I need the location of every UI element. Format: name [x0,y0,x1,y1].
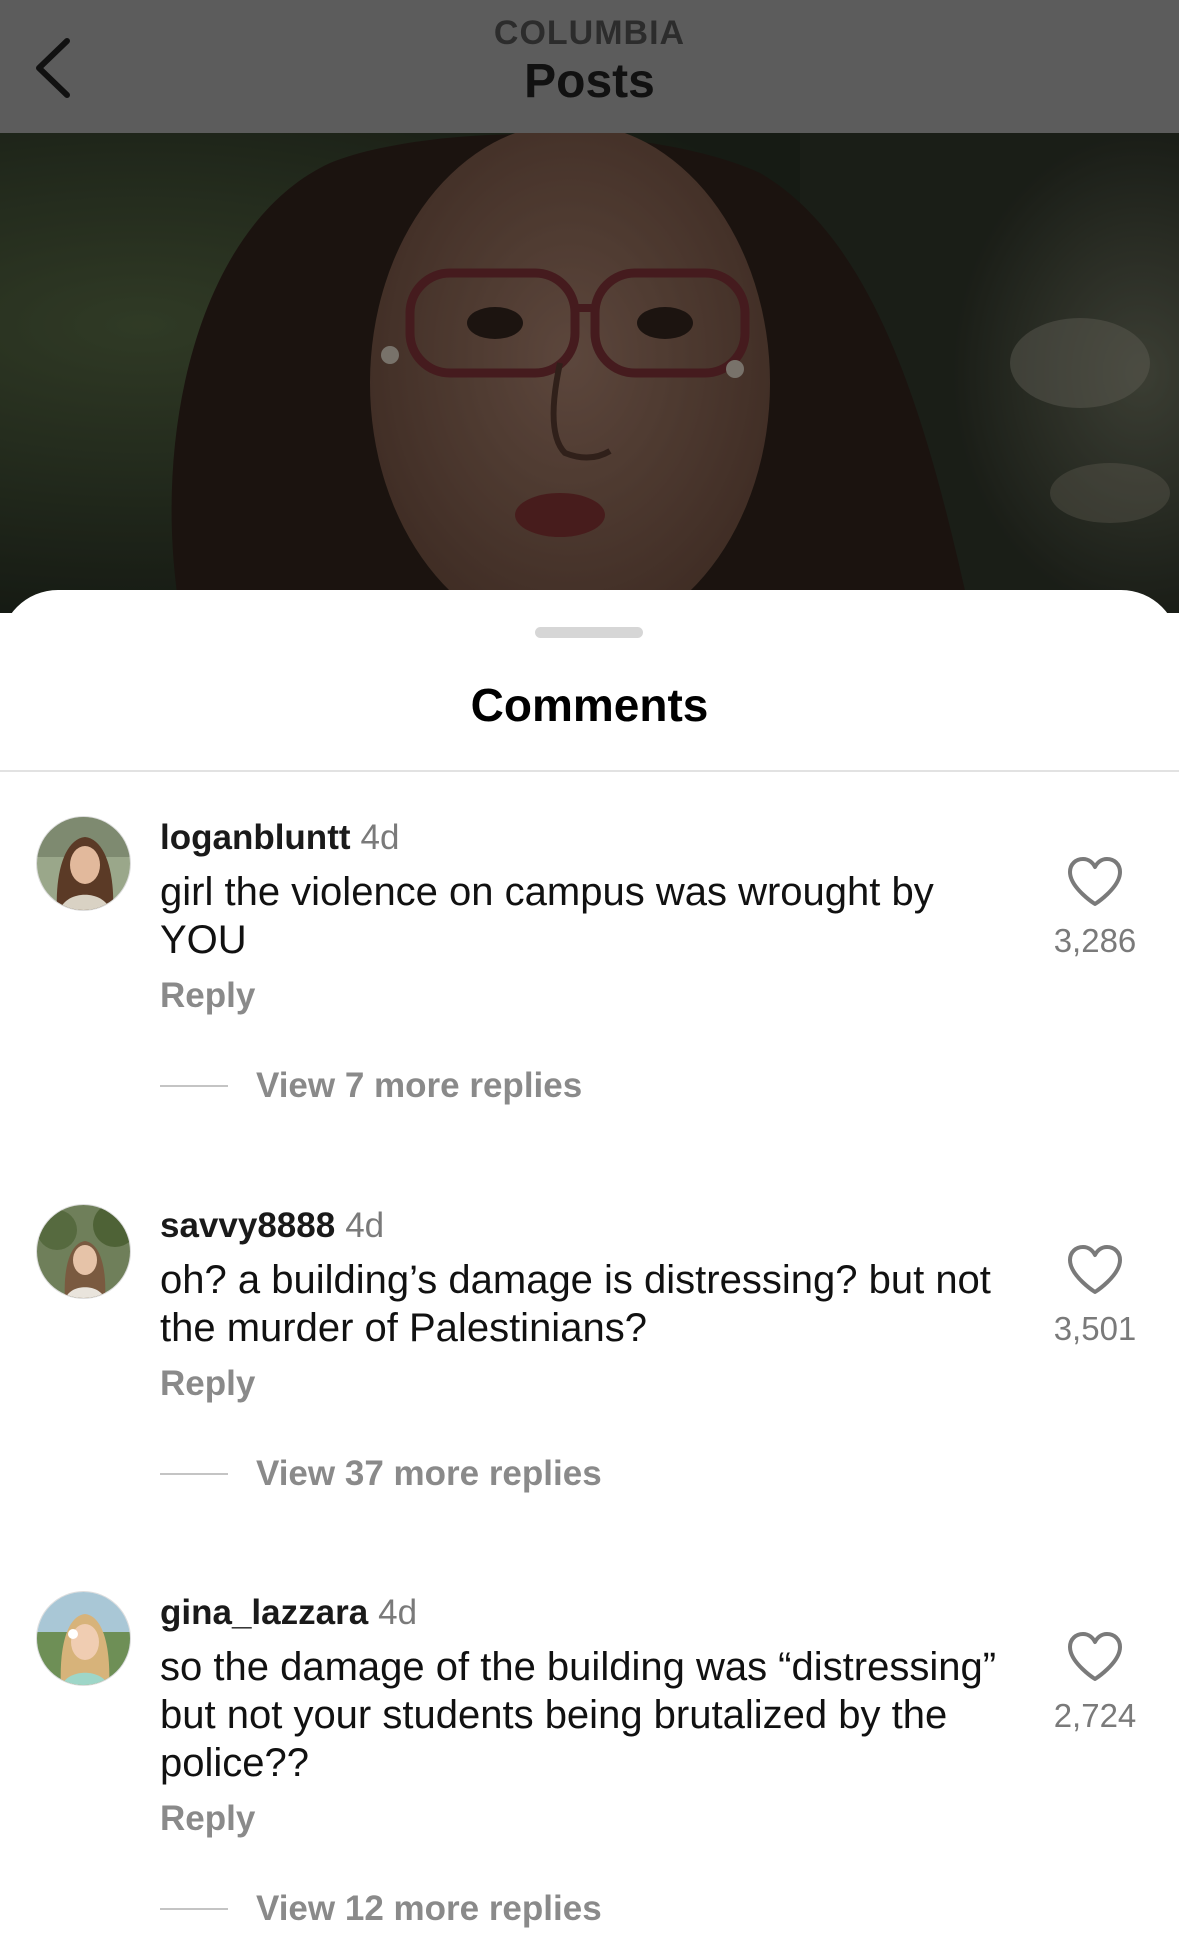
username[interactable]: savvy8888 [160,1206,335,1245]
username[interactable]: loganbluntt [160,818,351,857]
view-replies-button[interactable]: View 7 more replies [160,1066,582,1106]
comment-item: savvy8888 4d oh? a building’s damage is d… [0,1204,1179,1534]
comment-item: gina_lazzara 4d so the damage of the buil… [0,1591,1179,1947]
like-count: 3,501 [1053,1310,1137,1347]
avatar-image [37,1205,130,1298]
page-title: Posts [524,55,655,108]
sheet-grabber[interactable] [535,627,643,638]
like-area: 3,286 [1040,856,1150,960]
comments-screen: COLUMBIA Posts Comments loganbluntt 4d g… [0,0,1179,1947]
reply-button[interactable]: Reply [160,976,255,1016]
timestamp: 4d [360,818,400,857]
timestamp: 4d [378,1593,418,1632]
heart-icon[interactable] [1066,1631,1124,1683]
avatar[interactable] [36,1204,131,1299]
divider [0,770,1179,772]
comment-text: girl the violence on campus was wrought … [160,870,934,962]
account-name: COLUMBIA [493,14,686,52]
comment-item: loganbluntt 4d girl the violence on campu… [0,816,1179,1146]
avatar-image [37,1592,130,1685]
view-replies-button[interactable]: View 12 more replies [160,1889,602,1929]
like-count: 2,724 [1053,1697,1137,1734]
view-replies-label: View 7 more replies [256,1066,583,1105]
heart-icon[interactable] [1066,856,1124,908]
avatar-image [37,817,130,910]
avatar[interactable] [36,1591,131,1686]
view-replies-line [160,1908,228,1910]
reply-button[interactable]: Reply [160,1364,255,1404]
view-replies-button[interactable]: View 37 more replies [160,1454,602,1494]
like-area: 3,501 [1040,1244,1150,1348]
like-area: 2,724 [1040,1631,1150,1735]
heart-icon[interactable] [1066,1244,1124,1296]
view-replies-label: View 37 more replies [256,1454,602,1493]
view-replies-line [160,1473,228,1475]
post-video-frame [0,133,1179,613]
post-video[interactable] [0,133,1179,613]
comment-text: so the damage of the building was “distr… [160,1645,997,1785]
comment-header: gina_lazzara 4d [160,1593,417,1633]
comment-header: savvy8888 4d [160,1206,384,1246]
like-count: 3,286 [1053,922,1137,959]
avatar[interactable] [36,816,131,911]
view-replies-line [160,1085,228,1087]
reply-button[interactable]: Reply [160,1799,255,1839]
comments-sheet: Comments loganbluntt 4d girl the violence… [0,590,1179,1947]
view-replies-label: View 12 more replies [256,1889,602,1928]
comment-header: loganbluntt 4d [160,818,399,858]
username[interactable]: gina_lazzara [160,1593,368,1632]
top-bar: COLUMBIA Posts [0,0,1179,133]
timestamp: 4d [345,1206,385,1245]
comment-text: oh? a building’s damage is distressing? … [160,1258,991,1350]
comments-title: Comments [470,679,709,731]
